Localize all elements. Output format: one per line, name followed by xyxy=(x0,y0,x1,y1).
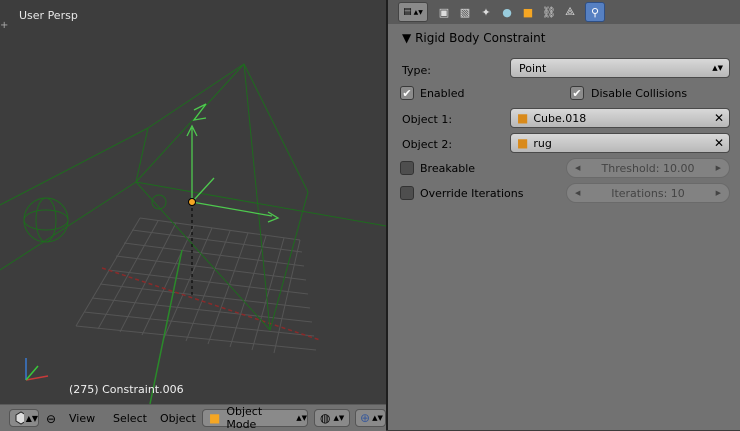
clear-x-icon[interactable]: ✕ xyxy=(714,136,724,150)
right-arrow-icon[interactable]: ▶ xyxy=(716,189,721,197)
editor-type-button[interactable]: ▲▼ xyxy=(9,409,39,427)
updown-arrows-icon: ▲▼ xyxy=(296,414,307,422)
object2-label: Object 2: xyxy=(402,138,453,151)
world-tab-icon[interactable]: ● xyxy=(497,2,517,22)
type-label: Type: xyxy=(402,64,431,77)
menu-select[interactable]: Select xyxy=(113,410,147,428)
properties-panel: ▤ ▲▼ ▣ ▧ ✦ ● ■ ⛓ ⟁ ⚲ ▼ Rigid Body Constra… xyxy=(388,0,740,430)
physics-tab-icon[interactable]: ⚲ xyxy=(585,2,605,22)
disable-collisions-label: Disable Collisions xyxy=(591,87,688,100)
type-dropdown[interactable]: Point ▲▼ xyxy=(510,58,730,78)
enabled-label: Enabled xyxy=(420,87,465,100)
updown-arrows-icon: ▲▼ xyxy=(372,414,383,422)
viewport-header: ▲▼ ⊖ View Select Object ■ Object Mode ▲▼… xyxy=(0,404,386,431)
checkmark-icon: ✔ xyxy=(572,86,582,100)
left-arrow-icon[interactable]: ◀ xyxy=(575,189,580,197)
updown-arrows-icon: ▲▼ xyxy=(25,413,38,423)
iterations-field[interactable]: ◀ Iterations: 10 ▶ xyxy=(566,183,730,203)
constraints-tab-icon[interactable]: ⛓ xyxy=(539,2,559,22)
checkmark-icon: ✔ xyxy=(402,86,412,100)
render-tab-icon[interactable]: ▣ xyxy=(434,2,454,22)
enabled-checkbox[interactable]: ✔ xyxy=(400,86,414,100)
viewport-label: User Persp xyxy=(19,9,78,22)
override-iterations-checkbox[interactable] xyxy=(400,186,414,200)
left-arrow-icon[interactable]: ◀ xyxy=(575,164,580,172)
scene-canvas xyxy=(0,63,386,404)
mode-selector[interactable]: ■ Object Mode ▲▼ xyxy=(202,405,308,431)
scene-tab-icon[interactable]: ✦ xyxy=(476,2,496,22)
render-layers-tab-icon[interactable]: ▧ xyxy=(455,2,475,22)
object1-value: Cube.018 xyxy=(533,111,587,125)
menu-object[interactable]: Object xyxy=(160,410,196,428)
override-iterations-label: Override Iterations xyxy=(420,187,524,200)
modifiers-tab-icon[interactable]: ⟁ xyxy=(560,2,580,22)
3d-viewport[interactable]: User Persp + (275) Constraint.006 xyxy=(0,0,386,404)
pivot-selector[interactable]: ⊕ ▲▼ xyxy=(355,409,386,427)
disable-collisions-checkbox[interactable]: ✔ xyxy=(570,86,584,100)
pivot-icon: ⊕ xyxy=(360,411,371,425)
editor-type-button[interactable]: ▤ ▲▼ xyxy=(398,2,428,22)
object-cube-icon: ■ xyxy=(209,411,221,425)
globe-icon: ◍ xyxy=(320,411,331,425)
type-value: Point xyxy=(519,61,547,75)
collapse-triangle-icon[interactable]: ▼ xyxy=(402,31,411,45)
iterations-value: Iterations: 10 xyxy=(611,186,685,200)
collapse-menu-icon[interactable]: ⊖ xyxy=(46,410,56,428)
object1-field[interactable]: ■ Cube.018 ✕ xyxy=(510,108,730,128)
section-title: Rigid Body Constraint xyxy=(415,31,546,45)
properties-icon: ▤ xyxy=(403,7,412,17)
section-header[interactable]: ▼ Rigid Body Constraint xyxy=(402,31,545,45)
properties-header: ▤ ▲▼ ▣ ▧ ✦ ● ■ ⛓ ⟁ ⚲ xyxy=(388,0,740,24)
breakable-checkbox[interactable] xyxy=(400,161,414,175)
clear-x-icon[interactable]: ✕ xyxy=(714,111,724,125)
object1-label: Object 1: xyxy=(402,113,453,126)
orientation-axes xyxy=(25,358,49,381)
object-cube-icon: ■ xyxy=(517,136,529,150)
mode-label: Object Mode xyxy=(226,405,263,431)
updown-arrows-icon: ▲▼ xyxy=(333,414,345,422)
threshold-value: Threshold: 10.00 xyxy=(601,161,695,175)
shading-selector[interactable]: ◍ ▲▼ xyxy=(314,409,350,427)
floor-grid xyxy=(75,217,317,354)
breakable-label: Breakable xyxy=(420,162,476,175)
updown-arrows-icon: ▲▼ xyxy=(712,64,723,72)
right-arrow-icon[interactable]: ▶ xyxy=(716,164,721,172)
wireframe-object xyxy=(0,63,386,332)
object2-value: rug xyxy=(533,136,552,150)
object-cube-icon: ■ xyxy=(517,111,529,125)
menu-view[interactable]: View xyxy=(69,410,95,428)
corner-widget-icon[interactable]: + xyxy=(0,20,8,31)
viewport-status: (275) Constraint.006 xyxy=(69,383,184,396)
cube-editor-icon xyxy=(15,411,24,425)
object-tab-icon[interactable]: ■ xyxy=(518,2,538,22)
threshold-field[interactable]: ◀ Threshold: 10.00 ▶ xyxy=(566,158,730,178)
rigid-body-constraint-panel: ▼ Rigid Body Constraint Type: Point ▲▼ ✔… xyxy=(390,26,738,430)
object2-field[interactable]: ■ rug ✕ xyxy=(510,133,730,153)
